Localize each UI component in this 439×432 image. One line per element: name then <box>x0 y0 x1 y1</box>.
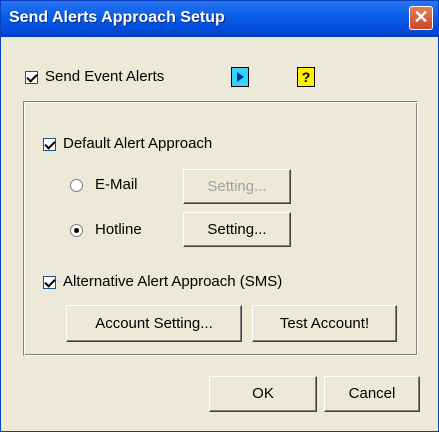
default-alert-approach-label[interactable]: Default Alert Approach <box>63 135 212 152</box>
hotline-setting-label: Setting... <box>207 221 267 238</box>
account-setting-button[interactable]: Account Setting... <box>66 305 242 342</box>
alternative-alert-label[interactable]: Alternative Alert Approach (SMS) <box>63 273 282 290</box>
hotline-setting-button[interactable]: Setting... <box>183 212 291 247</box>
close-button[interactable]: ✕ <box>409 6 433 30</box>
ok-button[interactable]: OK <box>209 376 317 412</box>
play-icon[interactable] <box>231 67 249 87</box>
hotline-radio-label[interactable]: Hotline <box>95 221 142 238</box>
dialog-window: Send Alerts Approach Setup ✕ Send Event … <box>0 0 439 432</box>
email-setting-label: Setting... <box>207 178 267 195</box>
hotline-radio[interactable] <box>70 224 83 237</box>
default-alert-approach-checkbox[interactable] <box>43 138 56 151</box>
cancel-button[interactable]: Cancel <box>324 376 420 412</box>
send-event-alerts-checkbox[interactable] <box>25 71 38 84</box>
email-setting-button[interactable]: Setting... <box>183 169 291 204</box>
close-icon: ✕ <box>413 7 429 27</box>
test-account-button[interactable]: Test Account! <box>252 305 397 342</box>
alternative-alert-checkbox[interactable] <box>43 276 56 289</box>
ok-label: OK <box>252 385 274 402</box>
send-event-alerts-label[interactable]: Send Event Alerts <box>45 68 164 85</box>
test-account-label: Test Account! <box>279 315 370 332</box>
account-setting-label: Account Setting... <box>95 315 213 332</box>
window-title: Send Alerts Approach Setup <box>9 9 225 26</box>
cancel-label: Cancel <box>348 385 396 402</box>
title-bar[interactable]: Send Alerts Approach Setup ✕ <box>1 1 438 37</box>
email-radio-label[interactable]: E-Mail <box>95 176 138 193</box>
help-icon[interactable]: ? <box>297 67 315 87</box>
email-radio[interactable] <box>70 179 83 192</box>
